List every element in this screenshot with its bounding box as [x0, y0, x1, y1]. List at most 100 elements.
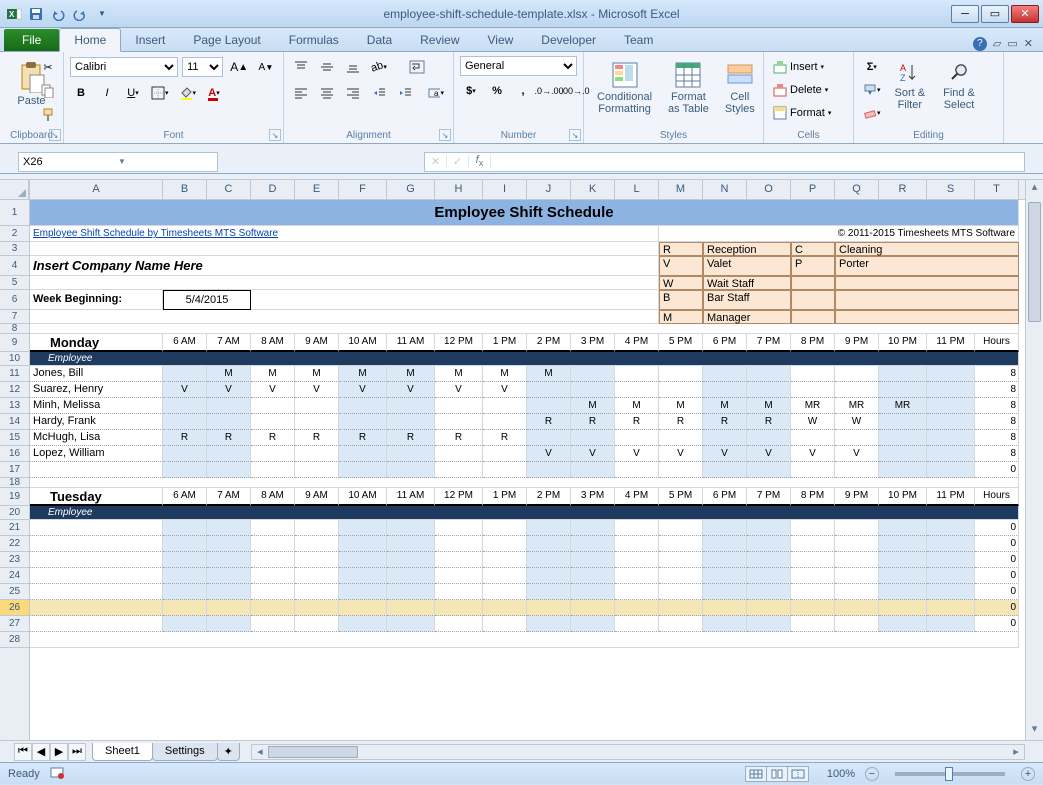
cell[interactable] [387, 398, 435, 414]
tab-team[interactable]: Team [610, 29, 667, 51]
cell[interactable]: 6 PM [703, 334, 747, 352]
cell[interactable] [30, 520, 163, 536]
sheet-nav-next[interactable]: ▶ [50, 743, 68, 761]
font-launcher[interactable]: ↘ [269, 129, 281, 141]
cell[interactable] [703, 520, 747, 536]
cell[interactable] [659, 430, 703, 446]
cell[interactable]: 10 PM [879, 334, 927, 352]
cell[interactable]: 3 PM [571, 488, 615, 506]
cell[interactable]: V [387, 382, 435, 398]
cell[interactable] [927, 520, 975, 536]
cell[interactable] [791, 568, 835, 584]
minimize-ribbon-icon[interactable]: ▱ [993, 37, 1001, 51]
cell[interactable]: Jones, Bill [30, 366, 163, 382]
worksheet[interactable]: 1234567891011121314151617181920212223242… [0, 180, 1043, 740]
cell[interactable]: V [747, 446, 791, 462]
cell[interactable] [835, 276, 1019, 290]
zoom-level[interactable]: 100% [827, 768, 855, 780]
save-icon[interactable] [26, 4, 46, 24]
cell[interactable] [879, 520, 927, 536]
cell[interactable] [879, 584, 927, 600]
increase-indent-button[interactable] [394, 82, 416, 104]
cell[interactable] [207, 398, 251, 414]
cell[interactable]: 6 PM [703, 488, 747, 506]
column-header[interactable]: L [615, 180, 659, 199]
cell[interactable] [615, 520, 659, 536]
cell[interactable]: 11 PM [927, 334, 975, 352]
currency-button[interactable]: $▾ [460, 80, 482, 102]
cell[interactable]: V [435, 382, 483, 398]
cell[interactable] [483, 584, 527, 600]
column-header[interactable]: T [975, 180, 1019, 199]
cell[interactable] [791, 616, 835, 632]
cell[interactable]: 4 PM [615, 488, 659, 506]
bold-button[interactable]: B [70, 82, 92, 104]
cell[interactable] [483, 552, 527, 568]
clear-button[interactable]: ▾ [860, 102, 884, 124]
cut-button[interactable]: ✂ [37, 56, 59, 78]
cell[interactable] [927, 414, 975, 430]
cell[interactable] [435, 520, 483, 536]
cell[interactable]: M [659, 310, 703, 324]
cell[interactable]: 8 AM [251, 488, 295, 506]
column-header[interactable]: C [207, 180, 251, 199]
cell[interactable] [387, 520, 435, 536]
cell[interactable]: 7 PM [747, 488, 791, 506]
cell[interactable]: V [163, 382, 207, 398]
cell[interactable] [387, 536, 435, 552]
cell[interactable]: 8 [975, 382, 1019, 398]
cell[interactable] [435, 584, 483, 600]
cell[interactable]: 8 PM [791, 334, 835, 352]
cell[interactable] [163, 616, 207, 632]
cell[interactable] [295, 536, 339, 552]
row-header[interactable]: 10 [0, 352, 29, 366]
cell[interactable]: Tuesday [30, 488, 163, 506]
column-header[interactable]: E [295, 180, 339, 199]
name-box[interactable]: X26▼ [18, 152, 218, 172]
number-format-select[interactable]: General [460, 56, 577, 76]
cell[interactable] [615, 584, 659, 600]
row-header[interactable]: 4 [0, 256, 29, 276]
zoom-slider-thumb[interactable] [945, 767, 953, 781]
increase-decimal-button[interactable]: .0→.00 [538, 80, 560, 102]
cell[interactable]: V [659, 446, 703, 462]
cell[interactable] [615, 366, 659, 382]
cell[interactable] [339, 446, 387, 462]
cell[interactable] [927, 552, 975, 568]
cell[interactable]: V [791, 446, 835, 462]
row-header[interactable]: 7 [0, 310, 29, 324]
cell[interactable]: 0 [975, 462, 1019, 478]
cell[interactable] [527, 616, 571, 632]
cell[interactable]: V [571, 446, 615, 462]
cell[interactable] [251, 414, 295, 430]
align-center-button[interactable] [316, 82, 338, 104]
formula-input[interactable] [491, 156, 1024, 168]
cell[interactable]: 1 PM [483, 334, 527, 352]
cell[interactable] [527, 536, 571, 552]
cell[interactable] [251, 616, 295, 632]
cell[interactable] [835, 366, 879, 382]
cell[interactable] [251, 600, 295, 616]
cell[interactable] [747, 366, 791, 382]
cell[interactable] [835, 430, 879, 446]
tab-insert[interactable]: Insert [121, 29, 179, 51]
cell[interactable]: R [295, 430, 339, 446]
scroll-up-icon[interactable]: ▴ [1026, 180, 1043, 198]
cell[interactable] [483, 462, 527, 478]
decrease-indent-button[interactable] [368, 82, 390, 104]
cell[interactable]: 0 [975, 600, 1019, 616]
sort-filter-button[interactable]: AZSort & Filter [888, 56, 933, 124]
cell[interactable]: M [659, 398, 703, 414]
cell[interactable] [339, 568, 387, 584]
cell[interactable] [791, 276, 835, 290]
column-header[interactable]: I [483, 180, 527, 199]
cell[interactable]: Employee [30, 352, 1019, 366]
row-header[interactable]: 1 [0, 200, 29, 226]
cell[interactable] [207, 414, 251, 430]
align-bottom-button[interactable] [342, 56, 364, 78]
border-button[interactable]: ▾ [148, 82, 172, 104]
cell[interactable] [659, 462, 703, 478]
cell[interactable] [835, 382, 879, 398]
cell[interactable] [387, 616, 435, 632]
cell[interactable]: 8 [975, 414, 1019, 430]
